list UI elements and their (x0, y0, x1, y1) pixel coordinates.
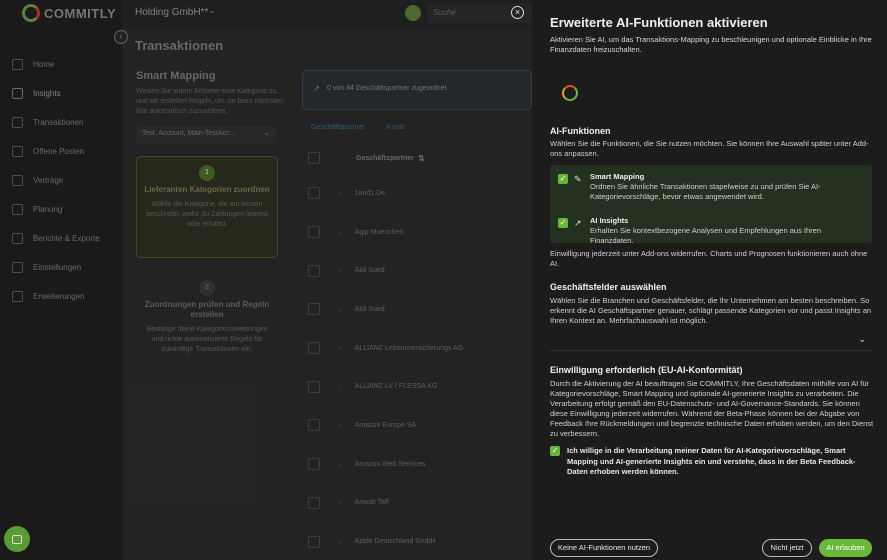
ai-activation-drawer: × Erweiterte AI-Funktionen aktivieren Ak… (511, 0, 887, 560)
consent-label[interactable]: Ich willige in die Verarbeitung meiner D… (567, 446, 867, 478)
business-desc: Wählen Sie die Branchen und Geschäftsfel… (550, 296, 872, 325)
consent-desc: Durch die Aktivierung der AI beauftragen… (550, 379, 874, 438)
consent-title: Einwilligung erforderlich (EU-AI-Konform… (550, 365, 743, 375)
feature-name: AI Insights (590, 216, 629, 225)
feature-desc: Ordnen Sie ähnliche Transaktionen stapel… (590, 182, 821, 201)
business-fields-dropdown[interactable]: ⌄ (550, 331, 872, 351)
feature-desc: Erhalten Sie kontextbezogene Analysen un… (590, 226, 821, 245)
smart-mapping-icon: ✎ (574, 174, 582, 184)
chevron-down-icon: ⌄ (858, 334, 866, 344)
features-list: ✓ ✎ Smart Mapping Ordnen Sie ähnliche Tr… (550, 165, 872, 245)
close-icon[interactable]: × (511, 6, 524, 19)
decline-ai-button[interactable]: Keine AI-Funktionen nutzen (550, 539, 658, 557)
revoke-note: Einwilligung jederzeit unter Add-ons wid… (550, 249, 868, 268)
modal-backdrop[interactable] (0, 0, 532, 560)
feature-name: Smart Mapping (590, 172, 645, 181)
features-title: AI-Funktionen (550, 126, 611, 136)
consent-checkbox[interactable]: ✓ (550, 446, 560, 456)
not-now-button[interactable]: Nicht jetzt (762, 539, 812, 557)
feature-checkbox[interactable]: ✓ (558, 218, 568, 228)
drawer-intro: Aktivieren Sie AI, um das Transaktions-M… (550, 35, 872, 54)
business-title: Geschäftsfelder auswählen (550, 282, 667, 292)
features-desc: Wählen Sie die Funktionen, die Sie nutze… (550, 139, 869, 158)
drawer-title: Erweiterte AI-Funktionen aktivieren (550, 15, 768, 30)
chart-line-icon: ↗ (574, 218, 582, 228)
feature-checkbox[interactable]: ✓ (558, 174, 568, 184)
ai-logo-icon (562, 85, 578, 101)
allow-ai-button[interactable]: AI erlauben (819, 539, 872, 557)
